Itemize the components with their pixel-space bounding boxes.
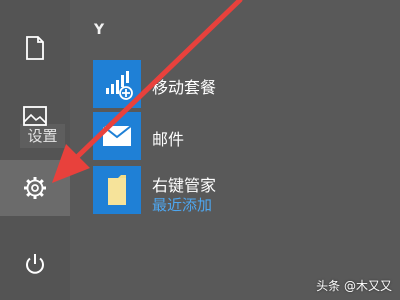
watermark: 头条 @木又又 [316, 279, 392, 293]
annotation-arrow [52, 0, 243, 183]
